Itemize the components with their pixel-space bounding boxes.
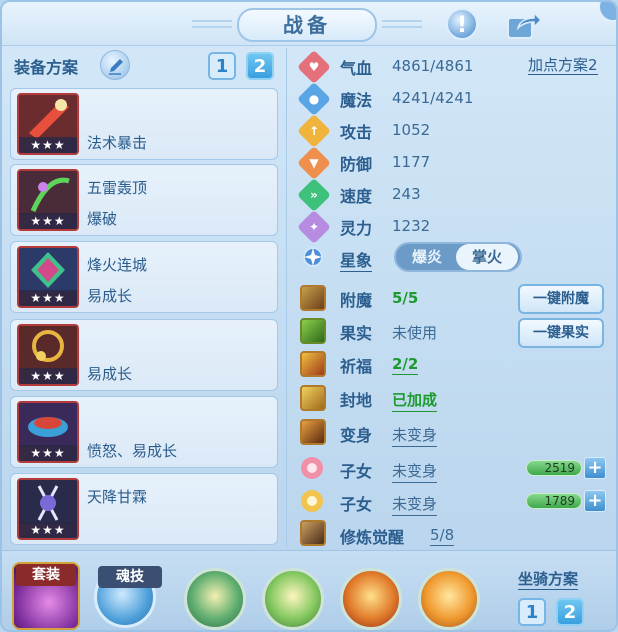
skill-orb-3[interactable]: [340, 568, 402, 630]
equipment-slot-4[interactable]: ★★★ 易成长: [10, 319, 278, 391]
soul-skill-label: 魂技: [98, 566, 162, 588]
equipment-name: 烽火连城: [87, 256, 148, 274]
mount-plan-2-button[interactable]: 2: [556, 598, 584, 626]
equipment-icon: ★★★: [17, 93, 79, 155]
effect-label-enchant: 附魔: [340, 291, 373, 310]
child-2-status[interactable]: 未变身: [392, 493, 438, 516]
stat-label-attack: 攻击: [340, 123, 373, 142]
cultivation-icon: [300, 520, 326, 546]
equipment-icon: ★★★: [17, 169, 79, 231]
equipment-traits: 法术暴击: [87, 134, 148, 152]
cultivation-value[interactable]: 5/8: [430, 526, 455, 546]
add-point-plan-link[interactable]: 加点方案2: [528, 56, 598, 75]
effect-label-transform: 变身: [340, 426, 373, 445]
stat-label-spirit: 灵力: [340, 219, 373, 238]
equipment-plan-label: 装备方案: [14, 58, 79, 77]
skill-orb-4[interactable]: [418, 568, 480, 630]
equipment-slot-2[interactable]: ★★★ 五雷轰顶 爆破: [10, 164, 278, 236]
equipment-name: 五雷轰顶: [87, 179, 148, 197]
one-click-enchant-button[interactable]: 一键附魔: [518, 284, 604, 314]
effect-label-fief: 封地: [340, 391, 373, 410]
equipment-icon: ★★★: [17, 324, 79, 386]
stat-value-mp: 4241/4241: [392, 89, 474, 107]
child-1-plus-button[interactable]: +: [584, 457, 606, 479]
equipment-icon: ★★★: [17, 478, 79, 540]
mount-plan-label[interactable]: 坐骑方案: [518, 568, 579, 590]
child-1-status[interactable]: 未变身: [392, 460, 438, 483]
mount-plan-1-button[interactable]: 1: [518, 598, 546, 626]
suit-label: 套装: [16, 564, 76, 586]
effect-value-fief[interactable]: 已加成: [392, 389, 438, 412]
heart-icon: ♥: [297, 50, 331, 84]
child-1-icon: [301, 457, 323, 479]
spirit-icon: ✦: [297, 210, 331, 244]
stat-label-speed: 速度: [340, 187, 373, 206]
child-2-value-bar: 1789: [526, 493, 582, 509]
speed-icon: »: [297, 178, 331, 212]
child-2-plus-button[interactable]: +: [584, 490, 606, 512]
stat-value-hp: 4861/4861: [392, 57, 474, 75]
title-bar: 战备 !: [2, 2, 616, 46]
equip-plan-2-button[interactable]: 2: [246, 52, 274, 80]
page-title: 战备: [237, 8, 377, 42]
cultivation-label: 修炼觉醒: [340, 528, 405, 547]
equipment-traits: 易成长: [87, 365, 133, 383]
fief-icon: [300, 385, 326, 411]
equipment-traits: 愤怒、易成长: [87, 442, 178, 460]
child-2-icon: [301, 490, 323, 512]
effect-value-blessing[interactable]: 2/2: [392, 355, 419, 375]
constellation-toggle[interactable]: 爆炎 掌火: [394, 242, 522, 272]
equipment-icon: ★★★: [17, 401, 79, 463]
share-button[interactable]: [506, 10, 543, 40]
defense-icon: ▼: [297, 146, 331, 180]
title-ornament-left: [192, 20, 232, 28]
blessing-icon: [300, 351, 326, 377]
equipment-slot-6[interactable]: ★★★ 天降甘霖: [10, 473, 278, 545]
enchant-icon: [300, 285, 326, 311]
constellation-label[interactable]: 星象: [340, 247, 373, 272]
attack-icon: ↑: [297, 114, 331, 148]
child-1-value-bar: 2519: [526, 460, 582, 476]
effect-value-fruit: 未使用: [392, 324, 438, 342]
skill-orb-2[interactable]: [262, 568, 324, 630]
edit-icon[interactable]: [100, 50, 130, 80]
effect-label-blessing: 祈福: [340, 357, 373, 376]
equipment-slot-1[interactable]: ★★★ 法术暴击: [10, 88, 278, 160]
mana-icon: ●: [297, 82, 331, 116]
one-click-fruit-button[interactable]: 一键果实: [518, 318, 604, 348]
constellation-icon: [303, 247, 323, 267]
stat-value-attack: 1052: [392, 121, 431, 139]
equipment-traits: 易成长: [87, 287, 133, 305]
child-2-label: 子女: [340, 495, 373, 514]
skill-orb-1[interactable]: [184, 568, 246, 630]
equipment-name: 天降甘霖: [87, 488, 148, 506]
effect-value-transform[interactable]: 未变身: [392, 424, 438, 447]
effect-value-enchant: 5/5: [392, 289, 419, 307]
title-ornament-right: [382, 20, 422, 28]
equipment-traits: 爆破: [87, 210, 118, 228]
stat-value-defense: 1177: [392, 153, 431, 171]
effect-label-fruit: 果实: [340, 324, 373, 343]
stat-label-defense: 防御: [340, 155, 373, 174]
stat-label-hp: 气血: [340, 59, 373, 78]
transform-icon: [300, 419, 326, 445]
child-1-label: 子女: [340, 462, 373, 481]
equipment-panel: 战备 ! 装备方案 1 2 ★★★ 法术暴击 ★★★ 五雷轰顶 爆破 ★★★ 烽…: [0, 0, 618, 632]
constellation-option-palm-fire[interactable]: 掌火: [456, 244, 518, 270]
stat-value-speed: 243: [392, 185, 421, 203]
close-button[interactable]: [598, 2, 616, 22]
constellation-option-blaze[interactable]: 爆炎: [396, 244, 458, 270]
equipment-slot-3[interactable]: ★★★ 烽火连城 易成长: [10, 241, 278, 313]
share-icon: [507, 11, 543, 39]
help-button[interactable]: !: [446, 8, 478, 40]
fruit-icon: [300, 318, 326, 344]
equipment-icon: ★★★: [17, 246, 79, 308]
column-divider: [286, 48, 287, 548]
equip-plan-1-button[interactable]: 1: [208, 52, 236, 80]
stat-value-spirit: 1232: [392, 217, 431, 235]
equipment-slot-5[interactable]: ★★★ 愤怒、易成长: [10, 396, 278, 468]
stat-label-mp: 魔法: [340, 91, 373, 110]
